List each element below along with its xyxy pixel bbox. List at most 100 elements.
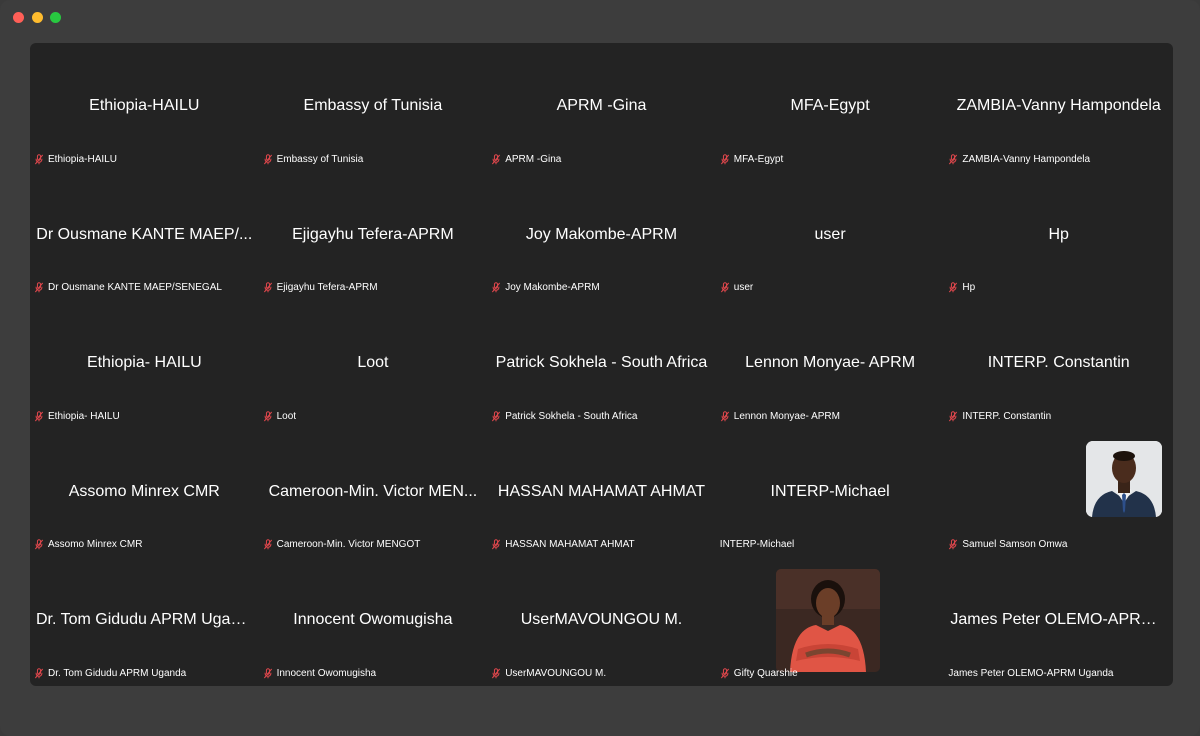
participant-tile[interactable]: Dr Ousmane KANTE MAEP/... Dr Ousmane KAN… [30,172,259,301]
participant-name-label: James Peter OLEMO-APRM Uganda [948,668,1169,679]
participant-tile[interactable]: UserMAVOUNGOU M. UserMAVOUNGOU M. [487,557,716,686]
participant-tile[interactable]: APRM -Gina APRM -Gina [487,43,716,172]
participant-display-name: Ejigayhu Tefera-APRM [292,225,454,243]
participant-name-label: APRM -Gina [491,154,712,165]
participant-tile[interactable]: Patrick Sokhela - South Africa Patrick S… [487,300,716,429]
participant-display-name: APRM -Gina [556,97,647,114]
participant-display-name: Loot [357,354,389,372]
participant-tile[interactable]: user user [716,172,945,301]
participant-name-label: MFA-Egypt [720,154,941,165]
participant-tile[interactable]: INTERP-Michael INTERP-Michael [716,429,945,558]
minimize-window-button[interactable] [32,12,43,23]
participant-tile[interactable]: ZAMBIA-Vanny Hampondela ZAMBIA-Vanny Ham… [944,43,1173,172]
muted-mic-icon [720,153,729,165]
participant-photo [776,569,881,673]
participant-tile[interactable]: Cameroon-Min. Victor MEN... Cameroon-Min… [259,429,488,558]
participant-name-label: INTERP. Constantin [948,411,1169,422]
participant-tile[interactable]: Hp Hp [944,172,1173,301]
participant-name-label: Embassy of Tunisia [263,154,484,165]
participant-display-name: Innocent Owomugisha [293,611,453,629]
participant-name-label: UserMAVOUNGOU M. [491,668,712,679]
participant-name-label: Ethiopia-HAILU [34,154,255,165]
participant-name-text: Dr Ousmane KANTE MAEP/SENEGAL [48,282,222,294]
participant-tile[interactable]: Dr. Tom Gidudu APRM Ugan... Dr. Tom Gidu… [30,557,259,686]
muted-mic-icon [949,539,958,550]
participant-avatar [1086,440,1163,517]
participant-display-name: MFA-Egypt [790,97,870,114]
participant-display-name: Patrick Sokhela - South Africa [495,354,708,372]
participant-name-text: MFA-Egypt [733,153,784,165]
participant-display-name: Ethiopia- HAILU [86,354,202,372]
participant-tile[interactable]: Ethiopia- HAILU Ethiopia- HAILU [30,300,259,429]
participant-name-label: user [720,282,941,293]
participant-name-text: HASSAN MAHAMAT AHMAT [505,539,635,551]
participant-name-label: Cameroon-Min. Victor MENGOT [263,539,484,550]
participant-photo [1086,440,1163,517]
muted-mic-icon [492,153,501,165]
participant-name-text: APRM -Gina [505,153,562,165]
participant-name-text: UserMAVOUNGOU M. [505,668,607,679]
participant-name-text: Ethiopia- HAILU [48,410,120,422]
participant-name-label: Assomo Minrex CMR [34,539,255,550]
muted-mic-icon [949,153,958,165]
participant-tile[interactable]: Embassy of Tunisia Embassy of Tunisia [259,43,488,172]
participant-tile[interactable]: Ejigayhu Tefera-APRM Ejigayhu Tefera-APR… [259,172,488,301]
participant-name-text: James Peter OLEMO-APRM Uganda [948,668,1114,679]
participant-display-name: Dr Ousmane KANTE MAEP/... [36,225,253,243]
participant-name-label: Ethiopia- HAILU [34,411,255,422]
muted-mic-icon [492,411,501,422]
participant-tile[interactable]: Joy Makombe-APRM Joy Makombe-APRM [487,172,716,301]
participant-tile[interactable]: James Peter OLEMO-APRM... James Peter OLE… [944,557,1173,686]
participant-tile[interactable]: HASSAN MAHAMAT AHMAT HASSAN MAHAMAT AHMA… [487,429,716,558]
muted-mic-icon [263,282,272,293]
participant-tile[interactable]: Samuel Samson Omwa [944,429,1173,558]
participant-display-name: Dr. Tom Gidudu APRM Ugan... [36,611,253,629]
participant-name-label: Gifty Quarshie [720,668,941,679]
participant-tile[interactable]: MFA-Egypt MFA-Egypt [716,43,945,172]
close-window-button[interactable] [13,12,24,23]
participant-tile[interactable]: Assomo Minrex CMR Assomo Minrex CMR [30,429,259,558]
muted-mic-icon [720,282,729,293]
participant-name-label: Lennon Monyae- APRM [720,411,941,422]
muted-mic-icon [34,282,44,293]
muted-mic-icon [720,668,729,679]
participant-name-label: Ejigayhu Tefera-APRM [263,282,484,293]
participant-display-name: UserMAVOUNGOU M. [520,611,683,629]
participant-name-label: HASSAN MAHAMAT AHMAT [491,539,712,550]
participant-name-label: INTERP-Michael [720,539,941,550]
participant-display-name: James Peter OLEMO-APRM... [950,611,1167,629]
participant-display-name: Assomo Minrex CMR [68,482,220,500]
participant-tile[interactable]: Innocent Owomugisha Innocent Owomugisha [259,557,488,686]
participant-tile[interactable]: Lennon Monyae- APRM Lennon Monyae- APRM [716,300,945,429]
participant-tile[interactable]: Ethiopia-HAILU Ethiopia-HAILU [30,43,259,172]
participant-name-text: Embassy of Tunisia [276,153,364,165]
participant-name-label: ZAMBIA-Vanny Hampondela [948,154,1169,165]
participant-name-text: INTERP. Constantin [962,410,1052,422]
participant-name-text: Hp [962,282,976,294]
participant-name-text: ZAMBIA-Vanny Hampondela [962,153,1091,165]
participant-name-text: Joy Makombe-APRM [505,282,600,294]
participant-name-text: Ethiopia-HAILU [48,153,117,165]
participant-display-name: HASSAN MAHAMAT AHMAT [497,482,706,500]
muted-mic-icon [34,668,44,679]
participant-name-text: Innocent Owomugisha [276,668,377,679]
participant-avatar [776,569,881,673]
muted-mic-icon [34,411,44,422]
participant-display-name: INTERP. Constantin [987,354,1130,372]
participant-tile[interactable]: Gifty Quarshie [716,557,945,686]
participant-name-text: Samuel Samson Omwa [962,539,1068,551]
muted-mic-icon [263,668,272,679]
muted-mic-icon [492,282,501,293]
muted-mic-icon [263,411,272,422]
participant-tile[interactable]: INTERP. Constantin INTERP. Constantin [944,300,1173,429]
participant-name-label: Innocent Owomugisha [263,668,484,679]
participant-gallery: Ethiopia-HAILU Ethiopia-HAILU Embassy of … [30,43,1173,686]
muted-mic-icon [492,539,501,550]
participant-name-text: Assomo Minrex CMR [48,539,143,551]
participant-name-text: Gifty Quarshie [733,668,798,679]
participant-name-text: user [733,282,754,294]
participant-name-label: Dr. Tom Gidudu APRM Uganda [34,668,255,679]
zoom-window-button[interactable] [50,12,61,23]
participant-tile[interactable]: Loot Loot [259,300,488,429]
muted-mic-icon [263,539,272,550]
